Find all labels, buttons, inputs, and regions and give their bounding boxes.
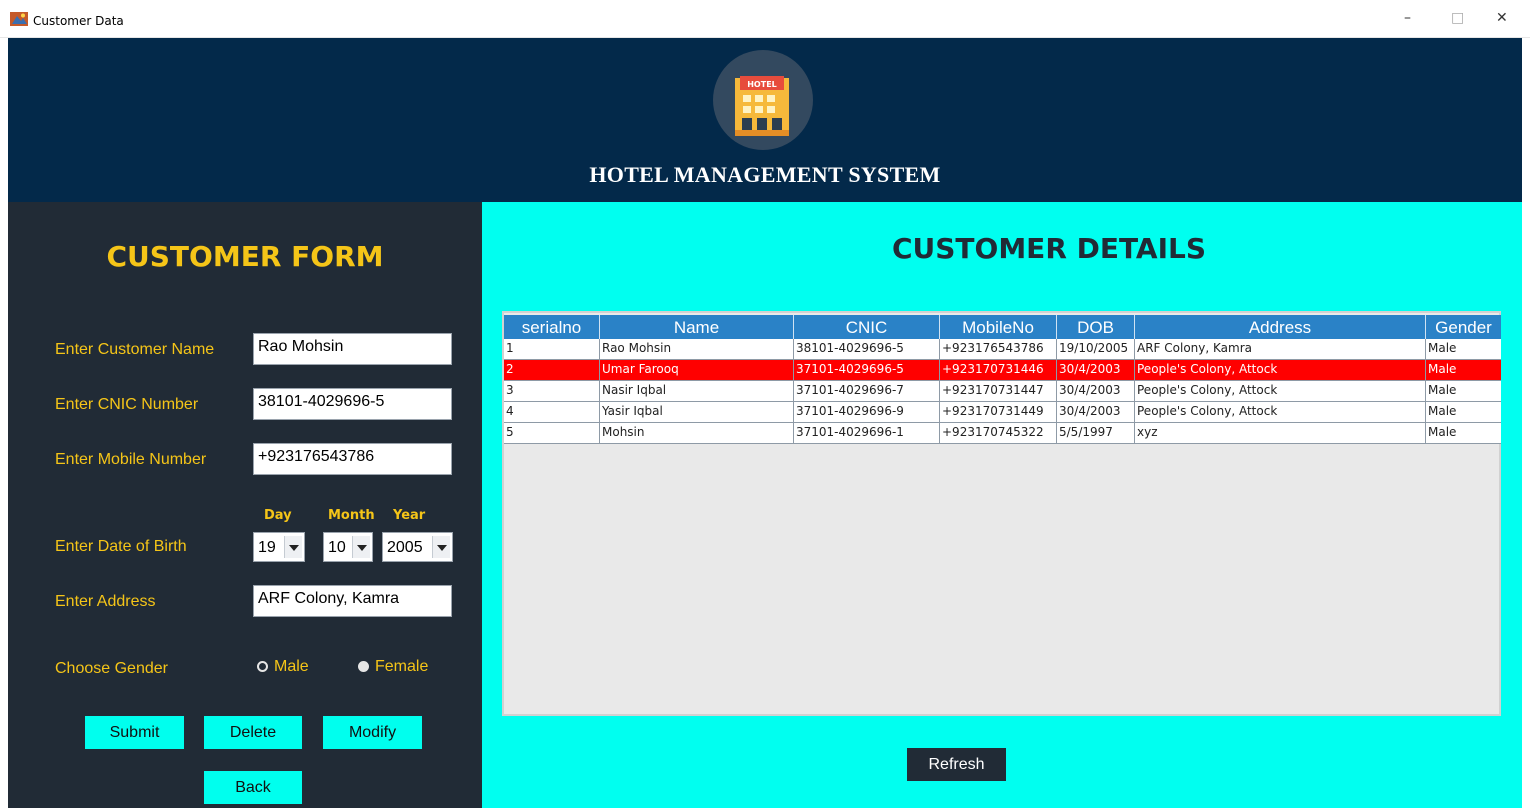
back-button[interactable]: Back: [204, 771, 302, 804]
year-header: Year: [393, 508, 426, 523]
close-button[interactable]: ✕: [1496, 10, 1508, 26]
column-header-gender[interactable]: Gender: [1426, 315, 1501, 339]
cell-dob: 5/5/1997: [1057, 423, 1135, 444]
cell-cnic: 37101-4029696-1: [794, 423, 940, 444]
cell-gender: Male: [1428, 341, 1457, 355]
column-header-cnic[interactable]: CNIC: [794, 315, 940, 339]
logo-text: HOTEL: [747, 80, 777, 89]
day-header: Day: [264, 508, 292, 523]
customer-form-panel: CUSTOMER FORM Enter Customer Name Rao Mo…: [8, 202, 482, 808]
column-header-name[interactable]: Name: [600, 315, 794, 339]
cell-address: People's Colony, Attock: [1135, 381, 1426, 402]
customer-name-input[interactable]: Rao Mohsin: [253, 333, 452, 365]
cell-cnic: 37101-4029696-9: [794, 402, 940, 423]
chevron-down-icon[interactable]: [352, 536, 370, 558]
cell-dob: 30/4/2003: [1057, 360, 1135, 381]
details-title: CUSTOMER DETAILS: [891, 232, 1207, 265]
cell-name: Mohsin: [600, 423, 794, 444]
address-label: Enter Address: [55, 593, 156, 610]
column-header-dob[interactable]: DOB: [1057, 315, 1135, 339]
year-value: 2005: [387, 539, 423, 556]
submit-button[interactable]: Submit: [85, 716, 184, 749]
cell-gender: Male: [1428, 404, 1457, 418]
address-input[interactable]: ARF Colony, Kamra: [253, 585, 452, 617]
chevron-down-icon[interactable]: [284, 536, 302, 558]
column-header-address[interactable]: Address: [1135, 315, 1426, 339]
cell-cnic: 38101-4029696-5: [794, 339, 940, 360]
cell-gender: Male: [1428, 383, 1457, 397]
mobile-input[interactable]: +923176543786: [253, 443, 452, 475]
cell-name: Rao Mohsin: [600, 339, 794, 360]
table-row[interactable]: 4 Yasir Iqbal 37101-4029696-9 +923170731…: [504, 402, 1501, 423]
mobile-label: Enter Mobile Number: [55, 451, 207, 468]
hotel-building-icon: HOTEL: [735, 76, 789, 136]
cell-dob: 30/4/2003: [1057, 381, 1135, 402]
form-title: CUSTOMER FORM: [106, 240, 384, 273]
cell-address: ARF Colony, Kamra: [1135, 339, 1426, 360]
maximize-button[interactable]: □: [1451, 10, 1464, 26]
cell-gender: Male: [1428, 362, 1457, 376]
cnic-label: Enter CNIC Number: [55, 396, 199, 413]
table-row[interactable]: 5 Mohsin 37101-4029696-1 +923170745322 5…: [504, 423, 1501, 444]
cell-gender: Male: [1428, 425, 1457, 439]
month-select[interactable]: 10: [323, 532, 373, 562]
column-header-serialno[interactable]: serialno: [504, 315, 600, 339]
chevron-down-icon[interactable]: [432, 536, 450, 558]
cell-mobile: +923170745322: [940, 423, 1057, 444]
refresh-button[interactable]: Refresh: [907, 748, 1006, 781]
column-header-mobile[interactable]: MobileNo: [940, 315, 1057, 339]
cell-mobile: +923170731449: [940, 402, 1057, 423]
cell-address: People's Colony, Attock: [1135, 402, 1426, 423]
cell-name: Nasir Iqbal: [600, 381, 794, 402]
month-value: 10: [328, 539, 346, 556]
java-app-icon: [10, 12, 28, 26]
delete-button[interactable]: Delete: [204, 716, 302, 749]
cell-address: xyz: [1135, 423, 1426, 444]
cell-mobile: +923170731447: [940, 381, 1057, 402]
table-row[interactable]: 3 Nasir Iqbal 37101-4029696-7 +923170731…: [504, 381, 1501, 402]
window-title: Customer Data: [33, 14, 124, 28]
female-label: Female: [375, 658, 429, 675]
customer-name-label: Enter Customer Name: [55, 341, 215, 358]
cell-mobile: +923176543786: [940, 339, 1057, 360]
table-row-selected[interactable]: 2 Umar Farooq 37101-4029696-5 +923170731…: [504, 360, 1501, 381]
customer-details-panel: CUSTOMER DETAILS serialno Name CNIC Mobi…: [482, 202, 1522, 808]
cell-dob: 19/10/2005: [1057, 339, 1135, 360]
app-brand-title: HOTEL MANAGEMENT SYSTEM: [589, 162, 941, 187]
radio-icon: [358, 661, 369, 672]
gender-male-radio[interactable]: Male: [257, 658, 309, 676]
cell-serialno: 5: [504, 423, 600, 444]
male-label: Male: [274, 658, 309, 675]
app-header: HOTEL HOTEL MANAGEMENT SYSTEM: [8, 38, 1522, 202]
cell-name: Yasir Iqbal: [600, 402, 794, 423]
cell-mobile: +923170731446: [940, 360, 1057, 381]
radio-icon: [257, 661, 268, 672]
cell-serialno: 1: [504, 339, 600, 360]
hotel-logo: HOTEL: [713, 50, 813, 150]
cell-dob: 30/4/2003: [1057, 402, 1135, 423]
customer-table[interactable]: serialno Name CNIC MobileNo DOB Address …: [502, 311, 1501, 716]
cell-address: People's Colony, Attock: [1135, 360, 1426, 381]
cell-name: Umar Farooq: [600, 360, 794, 381]
modify-button[interactable]: Modify: [323, 716, 422, 749]
cell-cnic: 37101-4029696-5: [794, 360, 940, 381]
cell-serialno: 2: [504, 360, 600, 381]
gender-label: Choose Gender: [55, 660, 168, 677]
table-header: serialno Name CNIC MobileNo DOB Address …: [504, 315, 1501, 339]
day-value: 19: [258, 539, 276, 556]
month-header: Month: [328, 508, 375, 523]
gender-female-radio[interactable]: Female: [358, 658, 428, 676]
window-titlebar: Customer Data – □ ✕: [0, 0, 1530, 38]
cell-serialno: 4: [504, 402, 600, 423]
day-select[interactable]: 19: [253, 532, 305, 562]
cell-cnic: 37101-4029696-7: [794, 381, 940, 402]
table-row[interactable]: 1 Rao Mohsin 38101-4029696-5 +9231765437…: [504, 339, 1501, 360]
year-select[interactable]: 2005: [382, 532, 453, 562]
cnic-input[interactable]: 38101-4029696-5: [253, 388, 452, 420]
cell-serialno: 3: [504, 381, 600, 402]
dob-label: Enter Date of Birth: [55, 538, 187, 555]
minimize-button[interactable]: –: [1404, 10, 1411, 26]
